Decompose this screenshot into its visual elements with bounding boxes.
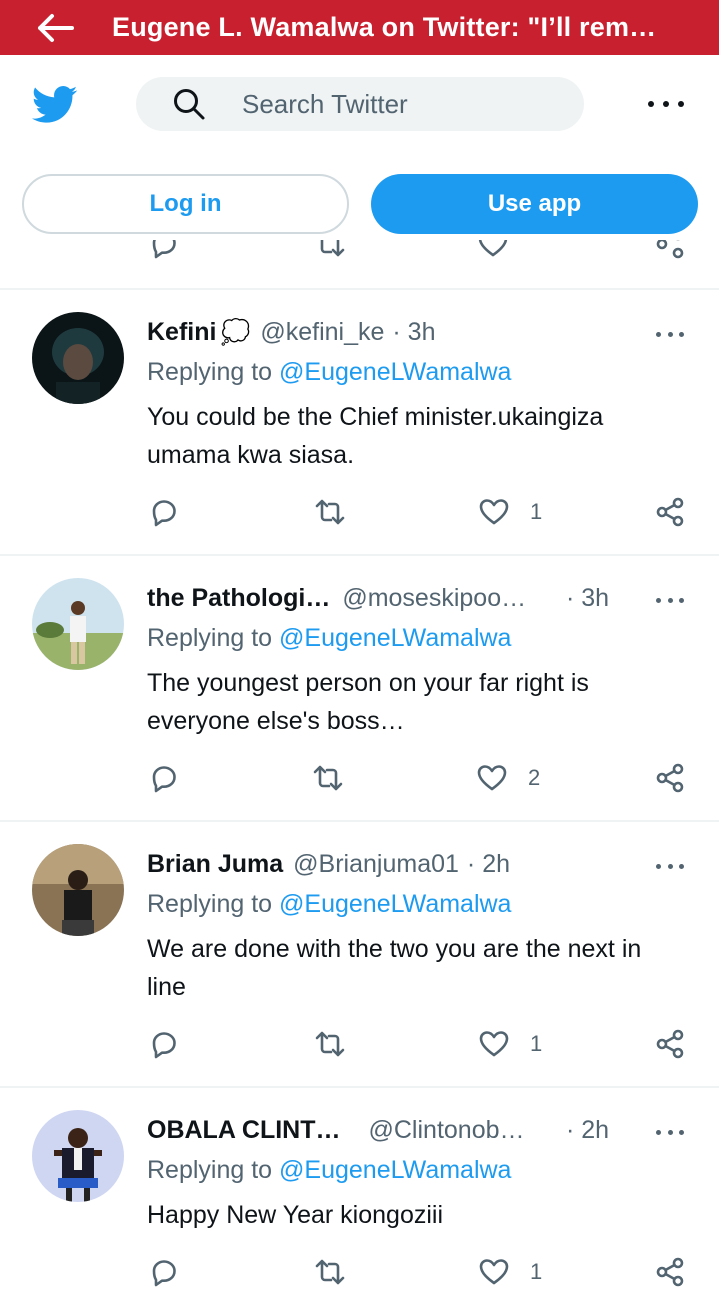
retweet-button[interactable]: [314, 492, 346, 532]
replying-to-label: Replying to: [147, 624, 273, 652]
tweet-actions: 2: [0, 758, 719, 798]
more-icon[interactable]: [656, 596, 684, 604]
like-count: 1: [530, 1259, 543, 1284]
like-icon: [479, 499, 509, 525]
retweet-button[interactable]: [312, 758, 344, 798]
replying-to: Replying to @EugeneLWamalwa: [147, 890, 511, 919]
tweet-text: The youngest person on your far right is…: [147, 669, 589, 735]
display-name[interactable]: Brian Juma: [147, 850, 283, 879]
like-count: 1: [530, 499, 543, 524]
use-app-button[interactable]: Use app: [371, 174, 698, 234]
retweet-button[interactable]: [314, 1252, 346, 1292]
replying-to-link[interactable]: @EugeneLWamalwa: [279, 890, 511, 918]
replying-to: Replying to @EugeneLWamalwa: [147, 624, 511, 653]
share-icon: [656, 497, 684, 527]
twitter-bird-icon[interactable]: [32, 85, 78, 125]
replying-to: Replying to @EugeneLWamalwa: [147, 1156, 511, 1185]
user-handle[interactable]: @Clintonob…: [369, 1116, 525, 1145]
reply-button[interactable]: [148, 492, 180, 532]
share-icon: [656, 1257, 684, 1287]
avatar[interactable]: [32, 1110, 124, 1202]
reply-icon[interactable]: [148, 240, 180, 260]
retweet-icon: [315, 499, 345, 525]
share-button[interactable]: [654, 758, 686, 798]
more-icon[interactable]: [656, 1128, 684, 1136]
share-button[interactable]: [654, 1252, 686, 1292]
retweet-icon[interactable]: [314, 240, 346, 260]
retweet-icon: [315, 1259, 345, 1285]
share-icon: [656, 1029, 684, 1059]
reply-button[interactable]: [148, 1024, 180, 1064]
like-icon[interactable]: [477, 240, 509, 260]
reply-button[interactable]: [148, 1252, 180, 1292]
avatar[interactable]: [32, 578, 124, 670]
more-icon[interactable]: [648, 91, 684, 117]
like-button[interactable]: 1: [478, 1252, 542, 1292]
replying-to-link[interactable]: @EugeneLWamalwa: [279, 624, 511, 652]
replying-to-label: Replying to: [147, 890, 273, 918]
back-arrow-icon: [38, 13, 74, 42]
previous-tweet-actions: [0, 240, 719, 268]
retweet-icon: [313, 765, 343, 791]
page-title: Eugene L. Wamalwa on Twitter: "I’ll rem…: [112, 12, 657, 42]
more-icon[interactable]: [656, 862, 684, 870]
replying-to-label: Replying to: [147, 1156, 273, 1184]
avatar[interactable]: [32, 312, 124, 404]
tweet-text: Happy New Year kiongoziii: [147, 1201, 444, 1229]
tweet[interactable]: Kefini 💭 @kefini_ke · 3h Replying to @Eu…: [0, 290, 719, 556]
like-count: 1: [530, 1031, 543, 1056]
like-count: 2: [528, 765, 541, 790]
search-icon: [174, 89, 205, 120]
tweet-actions: 1: [0, 1252, 719, 1292]
reply-icon: [152, 1260, 176, 1287]
like-icon: [479, 1259, 509, 1285]
browser-title-bar: Eugene L. Wamalwa on Twitter: "I’ll rem…: [0, 0, 719, 55]
share-button[interactable]: [654, 1024, 686, 1064]
user-handle[interactable]: @kefini_ke: [260, 318, 384, 347]
tweet[interactable]: the Pathologi… @moseskipoo… · 3h Replyin…: [0, 556, 719, 822]
user-handle[interactable]: @moseskipoo…: [342, 584, 526, 613]
display-name[interactable]: the Pathologi…: [147, 584, 330, 613]
avatar[interactable]: [32, 844, 124, 936]
reply-icon: [152, 766, 176, 793]
replying-to: Replying to @EugeneLWamalwa: [147, 358, 511, 387]
tweet[interactable]: OBALA CLINT… @Clintonob… · 2h Replying t…: [0, 1088, 719, 1308]
timestamp[interactable]: · 2h: [566, 1114, 609, 1146]
tweet-text: We are done with the two you are the nex…: [147, 935, 642, 1001]
twitter-header: Search Twitter: [0, 55, 719, 155]
like-icon: [477, 765, 507, 791]
replying-to-link[interactable]: @EugeneLWamalwa: [279, 358, 511, 386]
like-button[interactable]: 2: [476, 758, 540, 798]
like-button[interactable]: 1: [478, 492, 542, 532]
search-bar[interactable]: Search Twitter: [136, 77, 584, 131]
tweet-actions: 1: [0, 1024, 719, 1064]
tweet-text: You could be the Chief minister.ukaingiz…: [147, 403, 604, 469]
like-button[interactable]: 1: [478, 1024, 542, 1064]
retweet-icon: [315, 1031, 345, 1057]
reply-icon: [152, 500, 176, 527]
reply-button[interactable]: [148, 758, 180, 798]
tweet-actions: 1: [0, 492, 719, 532]
user-handle[interactable]: @Brianjuma01: [293, 850, 459, 879]
display-name[interactable]: OBALA CLINT…: [147, 1116, 341, 1145]
reply-icon: [152, 1032, 176, 1059]
back-button[interactable]: [0, 0, 112, 55]
retweet-button[interactable]: [314, 1024, 346, 1064]
share-icon: [656, 763, 684, 793]
thought-bubble-icon: 💭: [220, 318, 251, 346]
tweet[interactable]: Brian Juma @Brianjuma01 · 2h Replying to…: [0, 822, 719, 1088]
share-button[interactable]: [654, 492, 686, 532]
more-icon[interactable]: [656, 330, 684, 338]
timestamp[interactable]: · 3h: [566, 582, 609, 614]
search-placeholder: Search Twitter: [242, 88, 408, 119]
display-name[interactable]: Kefini: [147, 318, 216, 347]
timestamp[interactable]: · 3h: [392, 318, 435, 347]
share-icon[interactable]: [654, 240, 686, 260]
timestamp[interactable]: · 2h: [467, 850, 510, 879]
auth-bar: Log in Use app: [0, 155, 719, 253]
replying-to-label: Replying to: [147, 358, 273, 386]
login-button[interactable]: Log in: [22, 174, 349, 234]
replying-to-link[interactable]: @EugeneLWamalwa: [279, 1156, 511, 1184]
like-icon: [479, 1031, 509, 1057]
